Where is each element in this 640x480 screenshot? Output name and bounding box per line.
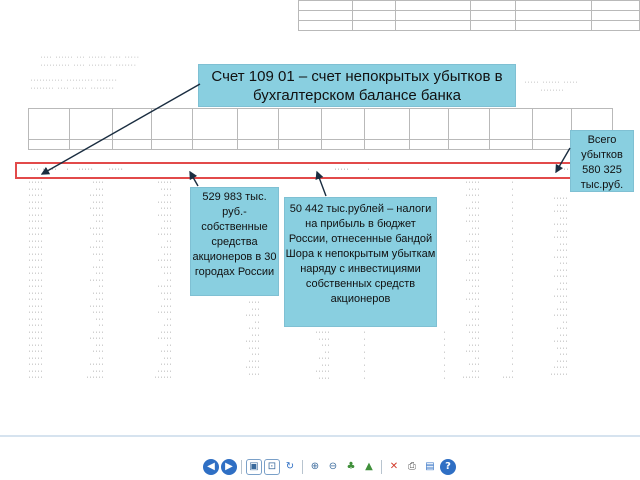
toolbar-separator	[381, 460, 382, 474]
scan-column: ····· ····· ····· ····· ····· ····· ····· ·····…	[28, 180, 44, 381]
callout-mid-text: 50 442 тыс.рублей – налоги на прибыль в …	[285, 203, 436, 305]
scan-column: · · · · · · · · · · · · · · · · · · · · · · · · · · · · · · ····	[501, 180, 514, 381]
image-viewer-toolbar: ◀ ▶ ▣ ⊡ ↻ ⊕ ⊖ ♣ ▲ ✕ ⎙ ▤ ?	[203, 458, 456, 476]
close-icon[interactable]: ✕	[386, 459, 402, 475]
scan-faint-line: ···· ······ ··· ······ ···· ·····	[40, 55, 140, 61]
scan-column: ····· ···· ····· ··· ····· ···· ····· ··· ···· ·…	[461, 180, 480, 381]
landscape-icon[interactable]: ▲	[361, 459, 377, 475]
callout-title-text: Счет 109 01 – счет непокрытых убытков в …	[211, 68, 503, 104]
callout-left-text: 529 983 тыс. руб.- собственные средства …	[192, 191, 277, 278]
scan-faint-line: ····· ······ ·····	[524, 80, 579, 86]
zoom-out-icon[interactable]: ⊖	[325, 459, 341, 475]
scan-faint-line: ··········· ········· ·······	[30, 78, 118, 84]
scan-column: · · · · · · · ·	[362, 330, 366, 382]
print-icon[interactable]: ⎙	[404, 459, 420, 475]
scan-column: ···· ··· ····· ·· ···· ··· ····· ···· ··· ···· ··…	[244, 300, 260, 378]
fit-width-icon[interactable]: ⊡	[264, 459, 280, 475]
toolbar-separator	[302, 460, 303, 474]
viewer-bottom-divider	[0, 435, 640, 437]
tree-icon[interactable]: ♣	[343, 459, 359, 475]
scan-column: ································· ······…	[85, 180, 104, 381]
scan-faint-line: ········ ···· ····· ········	[30, 86, 115, 92]
fit-page-icon[interactable]: ▣	[246, 459, 262, 475]
callout-shareholder-funds: 529 983 тыс. руб.- собственные средства …	[190, 187, 279, 296]
scan-faint-line: ········	[540, 88, 565, 94]
nav-right-icon[interactable]: ▶	[221, 459, 237, 475]
scan-column: ····· ···· ····· ··· ····· ···· ····· ··· ···· ·…	[549, 196, 568, 378]
nav-left-icon[interactable]: ◀	[203, 459, 219, 475]
scan-column: ································· ······…	[153, 180, 172, 381]
top-header-table	[297, 0, 640, 31]
save-icon[interactable]: ▤	[422, 459, 438, 475]
toolbar-separator	[241, 460, 242, 474]
scan-total-row: ··· ····· · ····· ····· ····· · ·····	[30, 167, 572, 173]
help-icon[interactable]: ?	[440, 459, 456, 475]
callout-profit-taxes: 50 442 тыс.рублей – налоги на прибыль в …	[284, 197, 437, 327]
callout-total-text: Всего убытков 580 325 тыс.руб.	[580, 134, 624, 191]
main-header-table	[28, 108, 613, 150]
zoom-in-icon[interactable]: ⊕	[307, 459, 323, 475]
scan-column: ····· ···· ··· ·· ···· ··· ····· ····	[314, 330, 330, 382]
scan-faint-line: ·········· ···· ········ ·······	[40, 63, 137, 69]
callout-account-10901: Счет 109 01 – счет непокрытых убытков в …	[198, 64, 516, 107]
callout-total-losses: Всего убытков 580 325 тыс.руб.	[570, 130, 634, 192]
rotate-icon[interactable]: ↻	[282, 459, 298, 475]
